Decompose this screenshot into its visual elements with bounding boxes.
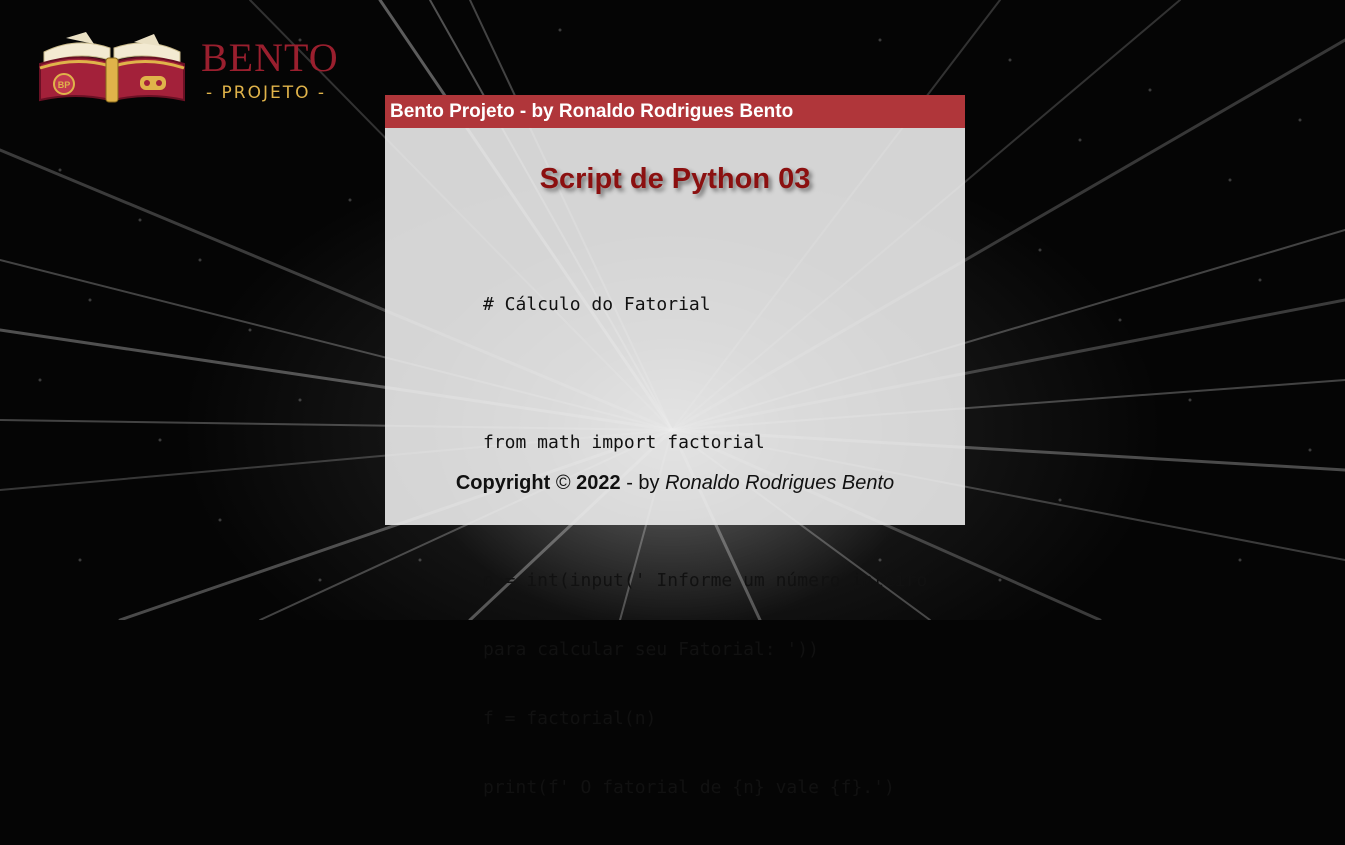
copyright-author: Ronaldo Rodrigues Bento [665,472,895,494]
open-book-icon: BP [39,32,185,103]
copyright-footer: Copyright © 2022 - by Ronaldo Rodrigues … [385,471,965,495]
code-line: # Cálculo do Fatorial [483,294,711,315]
code-line: from math import factorial [483,432,765,453]
logo-wordmark: BENTO [201,35,339,80]
copyright-by: - by [626,472,660,494]
code-line: para calcular seu Fatorial: ')) [483,639,819,660]
content-panel: Bento Projeto - by Ronaldo Rodrigues Ben… [385,95,965,798]
code-block: # Cálculo do Fatorial from math import f… [483,247,965,845]
svg-text:BP: BP [58,80,71,90]
page-title: Script de Python 03 [539,163,811,195]
code-line: n = int(input(' Informe um número inteir… [483,570,928,591]
copyright-label: Copyright [455,472,551,494]
copyright-year: 2022 [576,472,621,494]
code-line: f = factorial(n) [483,708,657,729]
brand-logo[interactable]: BP BENTO - PROJETO - [36,30,356,110]
code-line: print(f' O fatorial de {n} vale {f}.') [483,777,895,798]
panel-header: Bento Projeto - by Ronaldo Rodrigues Ben… [385,95,965,128]
copyright-symbol: © [555,472,571,494]
logo-subtitle: - PROJETO - [206,83,327,103]
